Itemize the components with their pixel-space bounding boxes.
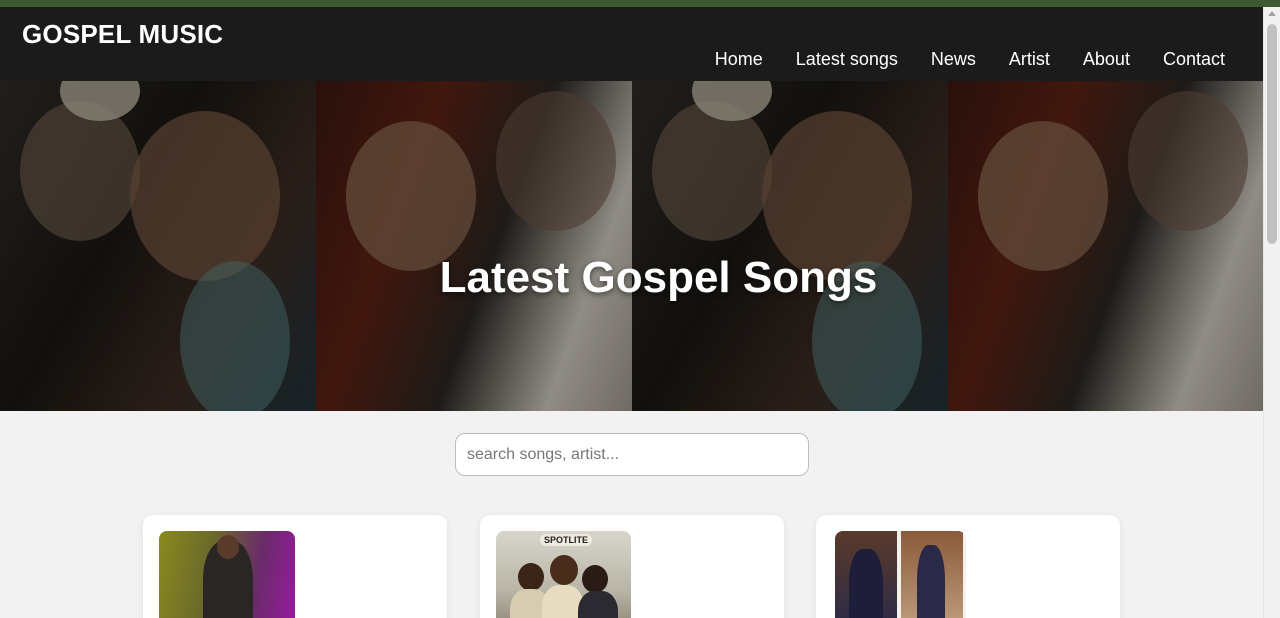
- nav-artist[interactable]: Artist: [1009, 49, 1050, 70]
- top-accent-strip: [0, 0, 1280, 7]
- scroll-up-arrow-icon[interactable]: [1268, 11, 1276, 16]
- song-card[interactable]: SPOTLITE: [480, 515, 784, 618]
- song-card[interactable]: [816, 515, 1120, 618]
- song-thumbnail[interactable]: [159, 531, 295, 618]
- song-thumbnail[interactable]: [835, 531, 966, 618]
- nav-latest-songs[interactable]: Latest songs: [796, 49, 898, 70]
- site-header: GOSPEL MUSIC Home Latest songs News Arti…: [0, 7, 1263, 81]
- song-card[interactable]: [143, 515, 447, 618]
- hero-title: Latest Gospel Songs: [439, 253, 878, 302]
- hero-banner: Latest Gospel Songs: [0, 81, 1263, 411]
- nav-home[interactable]: Home: [715, 49, 763, 70]
- nav-contact[interactable]: Contact: [1163, 49, 1225, 70]
- nav-about[interactable]: About: [1083, 49, 1130, 70]
- nav-news[interactable]: News: [931, 49, 976, 70]
- site-logo[interactable]: GOSPEL MUSIC: [22, 19, 223, 50]
- song-thumbnail[interactable]: SPOTLITE: [496, 531, 631, 618]
- page-scrollbar[interactable]: [1263, 7, 1280, 618]
- scrollbar-thumb[interactable]: [1267, 24, 1277, 244]
- hero-overlay: [0, 81, 1263, 411]
- main-nav: Home Latest songs News Artist About Cont…: [715, 49, 1225, 70]
- search-input[interactable]: [455, 433, 809, 476]
- album-cover-title: SPOTLITE: [540, 534, 593, 546]
